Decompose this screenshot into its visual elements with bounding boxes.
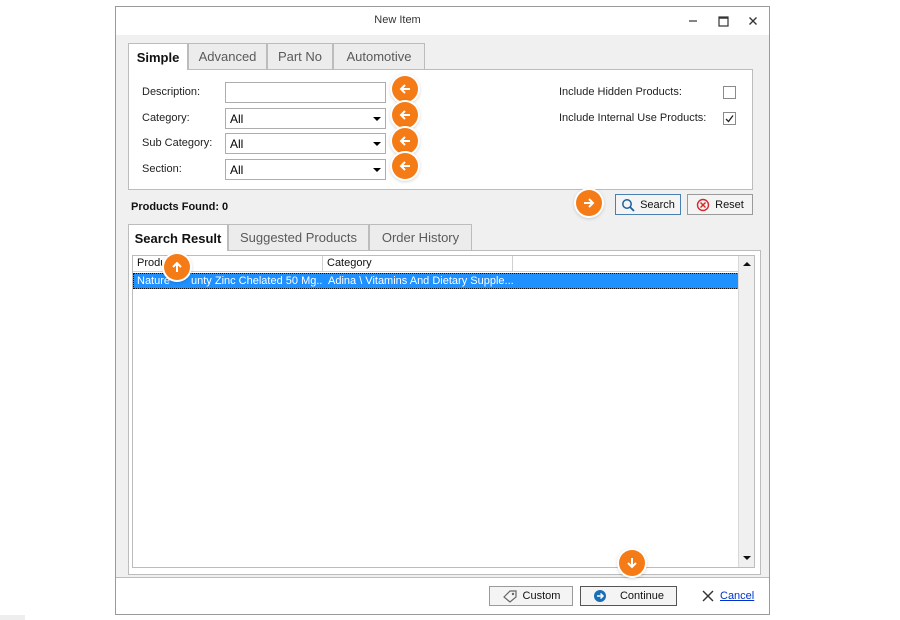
results-grid[interactable]: Produ Category Nature unty Zinc Chelated… <box>132 255 755 568</box>
cancel-x-icon[interactable] <box>701 589 715 603</box>
subcategory-label: Sub Category: <box>142 137 213 149</box>
scroll-down-icon[interactable] <box>743 556 751 560</box>
chevron-down-icon <box>373 142 381 146</box>
scroll-up-icon[interactable] <box>743 262 751 266</box>
arrow-up-icon <box>164 254 190 280</box>
subcategory-value: All <box>230 137 244 151</box>
column-header-category[interactable]: Category <box>323 256 513 272</box>
internal-use-checkbox[interactable] <box>723 112 736 125</box>
minimize-icon[interactable] <box>683 11 703 31</box>
tab-order-history[interactable]: Order History <box>369 224 472 250</box>
continue-button[interactable]: Continue <box>580 586 677 606</box>
arrow-left-icon <box>392 76 418 102</box>
table-row[interactable]: Nature unty Zinc Chelated 50 Mg... Adina… <box>133 273 739 289</box>
search-button[interactable]: Search <box>615 194 681 215</box>
new-item-window: New Item Simple Advanced Part No Automot… <box>115 6 770 615</box>
custom-button[interactable]: Custom <box>489 586 573 606</box>
reset-button[interactable]: Reset <box>687 194 753 215</box>
subcategory-select[interactable]: All <box>225 133 386 154</box>
section-label: Section: <box>142 163 182 175</box>
close-icon[interactable] <box>743 11 763 31</box>
tag-icon <box>502 590 517 603</box>
title-bar: New Item <box>116 7 769 35</box>
continue-button-label: Continue <box>619 590 665 602</box>
section-select[interactable]: All <box>225 159 386 180</box>
search-button-label: Search <box>640 198 675 211</box>
hidden-products-label: Include Hidden Products: <box>559 86 682 98</box>
hidden-products-checkbox[interactable] <box>723 86 736 99</box>
window-title: New Item <box>374 14 421 26</box>
arrow-right-icon <box>576 190 602 216</box>
tab-advanced[interactable]: Advanced <box>188 43 267 69</box>
products-found-status: Products Found: 0 <box>131 201 229 213</box>
description-input[interactable] <box>225 82 386 103</box>
category-label: Category: <box>142 112 190 124</box>
magnifier-icon <box>622 198 635 212</box>
search-result-panel: Produ Category Nature unty Zinc Chelated… <box>128 250 761 575</box>
custom-button-label: Custom <box>522 590 561 602</box>
reset-button-label: Reset <box>715 198 744 211</box>
arrow-left-icon <box>392 102 418 128</box>
dialog-content: Simple Advanced Part No Automotive Descr… <box>116 35 769 577</box>
arrow-left-icon <box>392 128 418 154</box>
cancel-link[interactable]: Cancel <box>720 590 754 602</box>
maximize-icon[interactable] <box>713 11 733 31</box>
column-header-empty <box>513 256 739 272</box>
cell-category: Adina \ Vitamins And Dietary Supple... <box>328 275 514 287</box>
checkmark-icon <box>725 115 734 123</box>
chevron-down-icon <box>373 168 381 172</box>
category-select[interactable]: All <box>225 108 386 129</box>
dialog-footer: Custom Continue Cancel <box>116 577 769 614</box>
chevron-down-icon <box>373 117 381 121</box>
column-header-product[interactable]: Produ <box>133 256 323 272</box>
arrow-down-icon <box>619 550 645 576</box>
reset-icon <box>696 198 710 211</box>
tab-automotive[interactable]: Automotive <box>333 43 425 69</box>
tab-part-no[interactable]: Part No <box>267 43 333 69</box>
arrow-left-icon <box>392 153 418 179</box>
vertical-scrollbar[interactable] <box>738 256 754 567</box>
section-value: All <box>230 163 244 177</box>
category-value: All <box>230 112 244 126</box>
continue-icon <box>593 590 606 602</box>
tab-search-result[interactable]: Search Result <box>128 224 228 251</box>
tab-simple[interactable]: Simple <box>128 43 188 70</box>
description-label: Description: <box>142 86 201 98</box>
background-strip <box>0 615 25 620</box>
internal-use-label: Include Internal Use Products: <box>559 112 707 124</box>
simple-search-panel: Description: Category: All Sub Category:… <box>128 69 753 190</box>
tab-suggested-products[interactable]: Suggested Products <box>228 224 369 250</box>
cell-product-end: unty Zinc Chelated 50 Mg... <box>191 275 323 287</box>
